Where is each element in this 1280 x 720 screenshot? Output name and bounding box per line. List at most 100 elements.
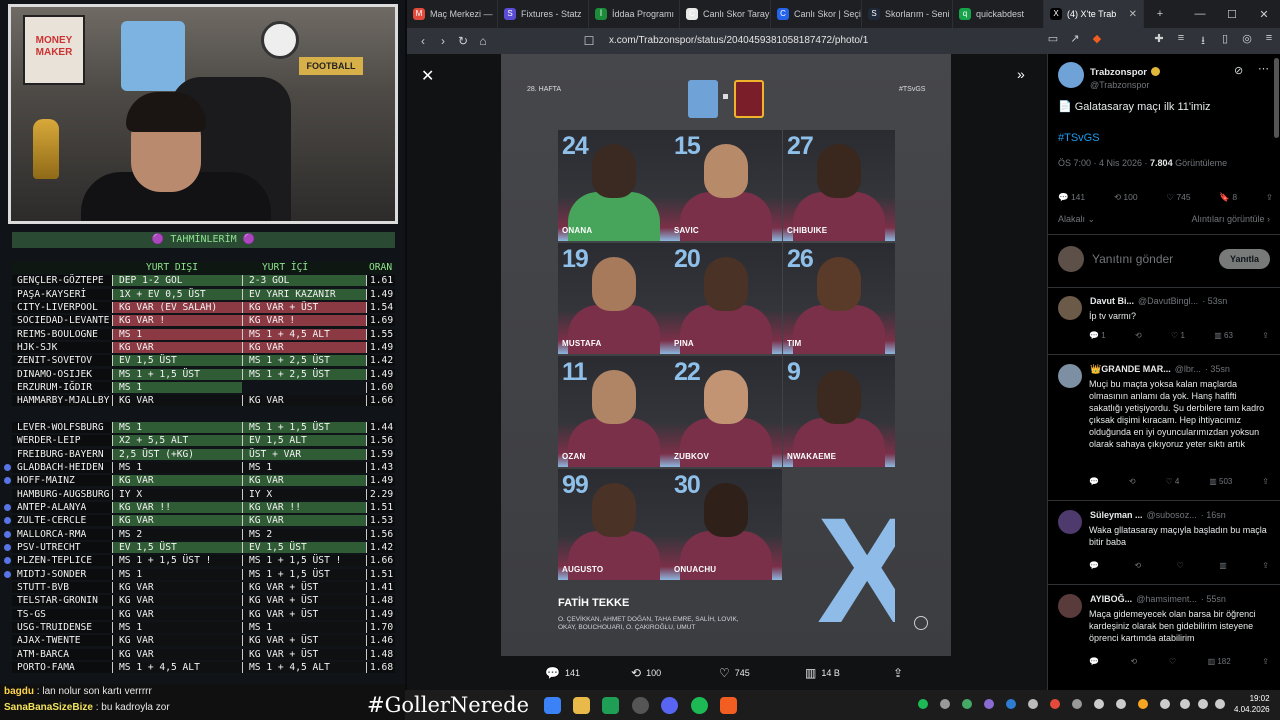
repost-icon[interactable]: ⟲ <box>1135 331 1142 340</box>
avatar[interactable] <box>1058 296 1082 320</box>
sidebar-icon[interactable]: ▯ <box>1214 32 1236 51</box>
close-icon[interactable]: ✕ <box>421 66 434 86</box>
avatar[interactable] <box>1058 62 1084 88</box>
reply-icon[interactable]: 💬 <box>1089 561 1099 570</box>
volume-icon[interactable] <box>1215 699 1225 709</box>
browser-tab[interactable]: S Fixtures - Statz <box>498 0 589 28</box>
windows-start-icon[interactable] <box>544 697 561 714</box>
tray-app-icon[interactable] <box>1138 699 1148 709</box>
tray-spotify-icon[interactable] <box>918 699 928 709</box>
repost-icon[interactable]: ⟲ <box>1134 561 1141 570</box>
wallet-icon[interactable]: ◎ <box>1236 32 1258 51</box>
viewer-views[interactable]: ▥ 14 B <box>805 666 840 680</box>
back-icon[interactable]: ‹ <box>413 34 433 48</box>
heart-icon[interactable]: ♡ <box>1169 657 1176 666</box>
extensions-icon[interactable]: ✚ <box>1148 32 1170 51</box>
new-tab-button[interactable]: + <box>1144 8 1176 20</box>
share-icon[interactable]: ⇪ <box>1262 657 1269 666</box>
browser-tab[interactable]: C Canlı Skor Tarayı <box>680 0 771 28</box>
reply-item[interactable]: Davut Bi... @DavutBingl... · 53sn İp tv var… <box>1058 296 1273 321</box>
heart-icon[interactable]: ♡ 4 <box>1165 477 1179 486</box>
obs-icon[interactable] <box>632 697 649 714</box>
avatar[interactable] <box>1058 364 1082 388</box>
bluetooth-icon[interactable] <box>1006 699 1016 709</box>
browser-tab[interactable]: İ İddaa Programı <box>589 0 680 28</box>
reply-icon[interactable]: 💬 <box>1089 657 1099 666</box>
tab-close-icon[interactable]: ✕ <box>1129 9 1137 20</box>
system-clock[interactable]: 19:02 4.04.2026 <box>1234 693 1270 715</box>
analytics-icon[interactable]: ▥ 503 <box>1209 477 1232 486</box>
viewer-repost[interactable]: ⟲ 100 <box>631 666 661 680</box>
avatar[interactable] <box>1058 510 1082 534</box>
network-icon[interactable] <box>1198 699 1208 709</box>
reply-item[interactable]: Süleyman ... @subosoz... · 16sn Waka gllata… <box>1058 510 1273 547</box>
share-icon[interactable]: ⇪ <box>1262 477 1269 486</box>
browser-tab[interactable]: M Maç Merkezi — <box>407 0 498 28</box>
heart-icon[interactable]: ♡ 1 <box>1171 331 1185 340</box>
tray-app-icon[interactable] <box>984 699 994 709</box>
reply-icon[interactable]: 💬 <box>1089 477 1099 486</box>
repost-count[interactable]: ⟲ 100 <box>1114 192 1138 203</box>
tweet-author[interactable]: Trabzonspor @Trabzonspor <box>1058 62 1161 90</box>
view-quotes-link[interactable]: Alıntıları görüntüle › <box>1191 214 1270 225</box>
reply-icon[interactable]: 💬 1 <box>1089 331 1106 340</box>
tray-app-icon[interactable] <box>1050 699 1060 709</box>
tray-app-icon[interactable] <box>962 699 972 709</box>
grok-icon[interactable]: ⊘ <box>1234 64 1243 77</box>
viewer-reply[interactable]: 💬 141 <box>545 666 580 680</box>
brave-icon[interactable] <box>720 697 737 714</box>
tray-app-icon[interactable] <box>1072 699 1082 709</box>
tray-app-icon[interactable] <box>1094 699 1104 709</box>
more-options-icon[interactable]: ⋯ <box>1258 62 1269 75</box>
tray-app-icon[interactable] <box>1028 699 1038 709</box>
tweet-hashtag[interactable]: #TSvGS <box>1058 132 1100 144</box>
discord-icon[interactable] <box>661 697 678 714</box>
maximize-button[interactable]: ☐ <box>1216 8 1248 21</box>
analytics-icon[interactable]: ▥ 63 <box>1214 331 1233 340</box>
reply-button[interactable]: Yanıtla <box>1218 249 1270 269</box>
share-icon[interactable]: ⇪ <box>1266 192 1273 203</box>
heart-icon[interactable]: ♡ <box>1177 561 1184 570</box>
tray-app-icon[interactable] <box>940 699 950 709</box>
share-icon[interactable]: ⇪ <box>1262 331 1269 340</box>
brave-shield-icon[interactable]: ◆ <box>1086 32 1108 51</box>
repost-icon[interactable]: ⟲ <box>1129 477 1136 486</box>
url-input[interactable]: x.com/Trabzonspor/status/204045938105818… <box>601 31 1021 51</box>
more-icon[interactable]: ≡ <box>1258 32 1280 51</box>
share-icon[interactable]: ⇪ <box>1262 561 1269 570</box>
cast-icon[interactable]: ▭ <box>1042 32 1064 51</box>
author-handle[interactable]: @Trabzonspor <box>1090 80 1160 90</box>
file-explorer-icon[interactable] <box>573 697 590 714</box>
author-name[interactable]: Trabzonspor <box>1090 67 1147 78</box>
reload-icon[interactable]: ↻ <box>453 34 473 48</box>
tray-app-icon[interactable] <box>1116 699 1126 709</box>
scrollbar[interactable] <box>1274 58 1279 138</box>
bookmark-icon[interactable]: ☐ <box>579 34 599 48</box>
reply-count[interactable]: 💬 141 <box>1058 192 1085 203</box>
reply-item[interactable]: AYIBOĞ... @hamsiment... · 55sn Maça gidemey… <box>1058 594 1273 643</box>
menu-icon[interactable]: ≡ <box>1170 32 1192 51</box>
browser-tab[interactable]: q quickabdest <box>953 0 1044 28</box>
download-icon[interactable]: ⭳ <box>1192 32 1214 51</box>
avatar[interactable] <box>1058 594 1082 618</box>
forward-icon[interactable]: › <box>433 34 453 48</box>
analytics-icon[interactable]: ▥ <box>1219 561 1227 570</box>
viewer-share[interactable]: ⇪ <box>893 666 903 680</box>
reply-input[interactable]: Yanıtını gönder <box>1092 252 1211 266</box>
bookmark-count[interactable]: 🔖 8 <box>1219 192 1237 203</box>
home-icon[interactable]: ⌂ <box>473 34 493 48</box>
tray-app-icon[interactable] <box>1160 699 1170 709</box>
microphone-icon[interactable] <box>1180 699 1190 709</box>
collapse-sidebar-icon[interactable]: » <box>1017 66 1025 82</box>
analytics-icon[interactable]: ▥ 182 <box>1208 657 1231 666</box>
lineup-poster[interactable]: 28. HAFTA #TSvGS 24 ONANA 15 SAVIC 27 CHIBUIK… <box>501 54 951 656</box>
share-icon[interactable]: ↗ <box>1064 32 1086 51</box>
close-window-button[interactable]: ✕ <box>1248 8 1280 21</box>
like-count[interactable]: ♡ 745 <box>1166 192 1190 203</box>
sort-dropdown[interactable]: Alakalı ⌄ <box>1058 214 1095 225</box>
browser-tab[interactable]: C Canlı Skor | Seçi <box>771 0 862 28</box>
viewer-like[interactable]: ♡ 745 <box>719 666 750 680</box>
browser-tab[interactable]: X (4) X'te Trab ✕ <box>1044 0 1144 28</box>
repost-icon[interactable]: ⟲ <box>1131 657 1138 666</box>
sheets-icon[interactable] <box>602 697 619 714</box>
